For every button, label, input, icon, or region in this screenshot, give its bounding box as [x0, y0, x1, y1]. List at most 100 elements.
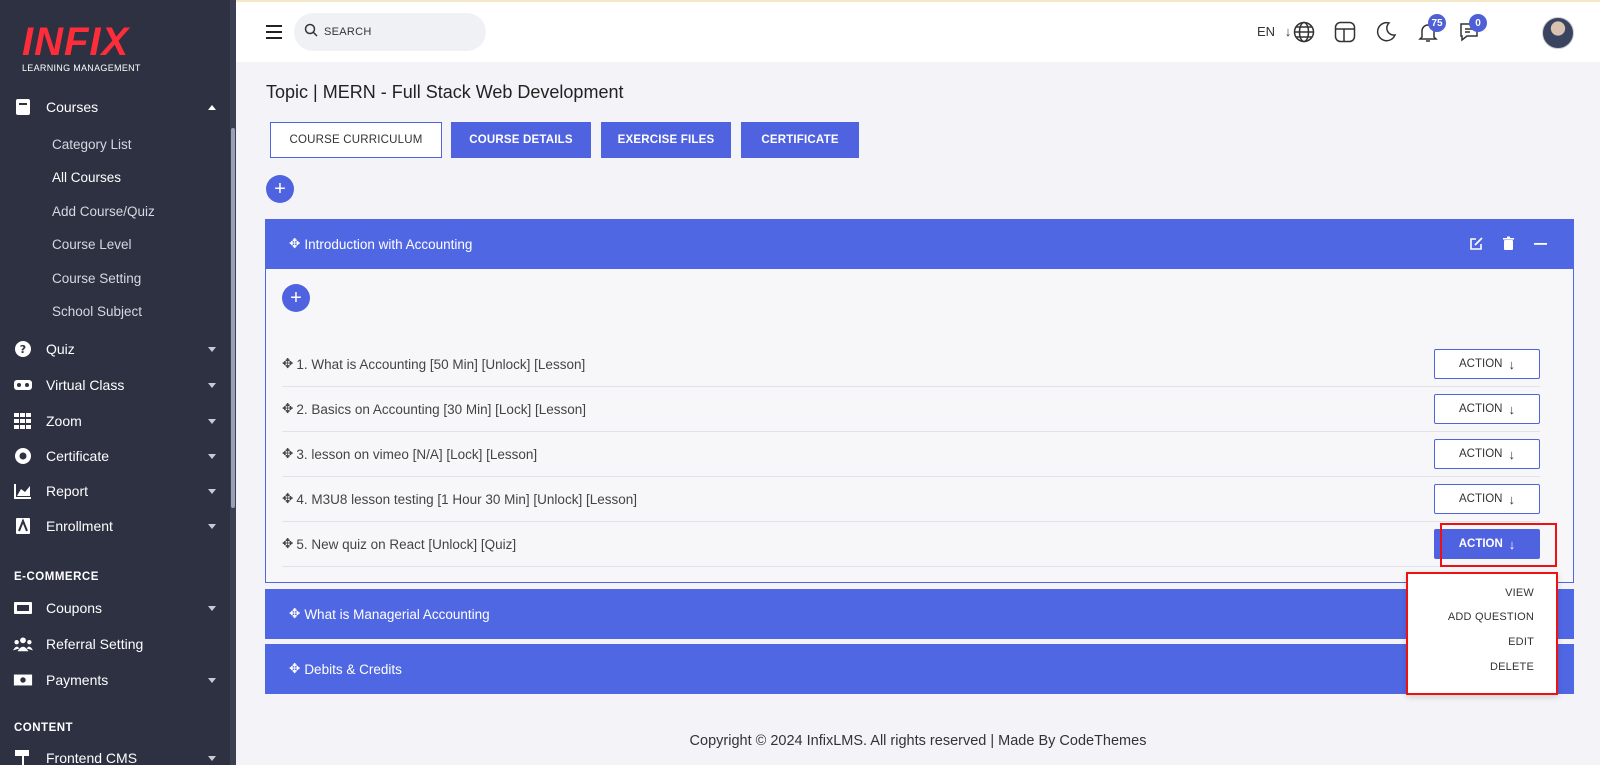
- sidebar-item-frontend-cms[interactable]: Frontend CMS: [0, 743, 230, 765]
- logo[interactable]: INFIX LEARNING MANAGEMENT: [22, 22, 141, 73]
- globe-icon[interactable]: [1292, 20, 1316, 44]
- sidebar-sub-school-subject[interactable]: School Subject: [52, 304, 142, 319]
- action-button[interactable]: ACTION ↓: [1434, 349, 1540, 379]
- sidebar-item-label: Virtual Class: [46, 377, 125, 393]
- move-icon[interactable]: ✥: [289, 661, 300, 677]
- sidebar-item-label: Report: [46, 483, 89, 499]
- sidebar-sub-course-setting[interactable]: Course Setting: [52, 271, 141, 286]
- sidebar-item-certificate[interactable]: Certificate: [0, 441, 230, 471]
- menu-icon[interactable]: [266, 25, 282, 39]
- sidebar-item-label: Zoom: [46, 413, 82, 429]
- tab-certificate[interactable]: CERTIFICATE: [741, 122, 859, 158]
- section-panel-2: ✥ What is Managerial Accounting: [265, 589, 1574, 639]
- section-title-content: CONTENT: [14, 722, 74, 734]
- section-header[interactable]: ✥ What is Managerial Accounting: [265, 589, 1574, 639]
- arrow-down-icon: ↓: [1508, 401, 1515, 417]
- avatar[interactable]: [1542, 17, 1574, 49]
- sidebar-item-enrollment[interactable]: Enrollment: [0, 511, 230, 541]
- sidebar-item-label: Coupons: [46, 600, 103, 616]
- sidebar-item-label: Payments: [46, 672, 109, 688]
- lesson-row: ✥ 5. New quiz on React [Unlock] [Quiz] A…: [282, 522, 1540, 567]
- add-lesson-button[interactable]: +: [282, 284, 310, 312]
- sidebar-item-courses[interactable]: Courses: [0, 92, 230, 122]
- move-icon[interactable]: ✥: [282, 491, 293, 507]
- chevron-down-icon: [208, 453, 216, 459]
- lesson-row: ✥ 3. lesson on vimeo [N/A] [Lock] [Lesso…: [282, 432, 1540, 477]
- sidebar-scroll-thumb[interactable]: [231, 128, 235, 508]
- lesson-title: 5. New quiz on React [Unlock] [Quiz]: [296, 536, 517, 552]
- sidebar-item-label: Courses: [46, 99, 99, 115]
- sidebar-sub-add-course-quiz[interactable]: Add Course/Quiz: [52, 204, 155, 219]
- logo-tagline: LEARNING MANAGEMENT: [22, 63, 141, 73]
- language-selector[interactable]: EN ↓: [1257, 24, 1291, 39]
- vr-headset-icon: [13, 375, 33, 395]
- paint-roller-icon: [13, 748, 33, 765]
- topbar: EN ↓ 75 0: [236, 0, 1600, 62]
- arrow-down-icon: ↓: [1508, 446, 1515, 462]
- search-icon: [304, 23, 318, 42]
- add-section-button[interactable]: +: [266, 175, 294, 203]
- sidebar-sub-all-courses[interactable]: All Courses: [52, 170, 121, 185]
- sidebar-sub-category-list[interactable]: Category List: [52, 137, 132, 152]
- logo-text: INFIX: [22, 20, 130, 64]
- grid-icon: [13, 411, 33, 431]
- move-icon[interactable]: ✥: [289, 606, 300, 622]
- sidebar-scrollbar[interactable]: [230, 0, 236, 765]
- menu-item-edit[interactable]: EDIT: [1508, 636, 1534, 648]
- menu-item-view[interactable]: VIEW: [1505, 587, 1534, 599]
- moon-icon[interactable]: [1374, 20, 1398, 44]
- layout-icon[interactable]: [1333, 20, 1357, 44]
- lesson-row: ✥ 1. What is Accounting [50 Min] [Unlock…: [282, 342, 1540, 387]
- chevron-down-icon: [208, 523, 216, 529]
- lesson-title: 3. lesson on vimeo [N/A] [Lock] [Lesson]: [296, 446, 538, 462]
- search-box[interactable]: [294, 13, 486, 51]
- chart-icon: [13, 481, 33, 501]
- sidebar-item-zoom[interactable]: Zoom: [0, 406, 230, 436]
- sidebar-item-label: Frontend CMS: [46, 750, 138, 765]
- collapse-icon[interactable]: [1533, 236, 1548, 254]
- move-icon[interactable]: ✥: [282, 356, 293, 372]
- action-button[interactable]: ACTION ↓: [1434, 394, 1540, 424]
- sidebar-item-virtual-class[interactable]: Virtual Class: [0, 370, 230, 400]
- edit-icon[interactable]: [1469, 236, 1484, 254]
- section-header[interactable]: ✥ Debits & Credits: [265, 644, 1574, 694]
- lesson-title: 4. M3U8 lesson testing [1 Hour 30 Min] […: [296, 491, 637, 507]
- move-icon[interactable]: ✥: [289, 236, 300, 252]
- tab-exercise-files[interactable]: EXERCISE FILES: [601, 122, 731, 158]
- message-badge: 0: [1469, 14, 1487, 32]
- tab-course-curriculum[interactable]: COURSE CURRICULUM: [270, 122, 442, 158]
- arrow-down-icon: ↓: [1508, 491, 1515, 507]
- arrow-down-icon: ↓: [1284, 24, 1292, 39]
- search-input[interactable]: [324, 23, 474, 41]
- sidebar-item-report[interactable]: Report: [0, 476, 230, 506]
- chevron-down-icon: [208, 677, 216, 683]
- sidebar-item-payments[interactable]: Payments: [0, 665, 230, 695]
- enrollment-icon: [13, 516, 33, 536]
- sidebar-item-referral-setting[interactable]: Referral Setting: [0, 629, 230, 659]
- move-icon[interactable]: ✥: [282, 536, 293, 552]
- tab-course-details[interactable]: COURSE DETAILS: [451, 122, 591, 158]
- sidebar-item-quiz[interactable]: ? Quiz: [0, 334, 230, 364]
- sidebar-sub-course-level[interactable]: Course Level: [52, 237, 132, 252]
- trash-icon[interactable]: [1502, 236, 1515, 254]
- sidebar-item-coupons[interactable]: Coupons: [0, 593, 230, 623]
- move-icon[interactable]: ✥: [282, 446, 293, 462]
- sidebar-item-label: Certificate: [46, 448, 110, 464]
- svg-text:?: ?: [20, 343, 26, 356]
- section-title: What is Managerial Accounting: [304, 606, 490, 622]
- arrow-down-icon: ↓: [1508, 356, 1515, 372]
- section-panel-3: ✥ Debits & Credits: [265, 644, 1574, 694]
- chevron-down-icon: [208, 346, 216, 352]
- section-panel-1: ✥ Introduction with Accounting + ✥ 1. Wh…: [265, 219, 1574, 583]
- menu-item-add-question[interactable]: ADD QUESTION: [1448, 611, 1534, 623]
- section-title: Debits & Credits: [304, 661, 402, 677]
- move-icon[interactable]: ✥: [282, 401, 293, 417]
- chevron-down-icon: [208, 605, 216, 611]
- certificate-icon: [13, 446, 33, 466]
- book-icon: [13, 97, 33, 117]
- section-header[interactable]: ✥ Introduction with Accounting: [265, 219, 1574, 269]
- chevron-down-icon: [208, 382, 216, 388]
- action-button[interactable]: ACTION ↓: [1434, 439, 1540, 469]
- action-button[interactable]: ACTION ↓: [1434, 484, 1540, 514]
- menu-item-delete[interactable]: DELETE: [1490, 661, 1534, 673]
